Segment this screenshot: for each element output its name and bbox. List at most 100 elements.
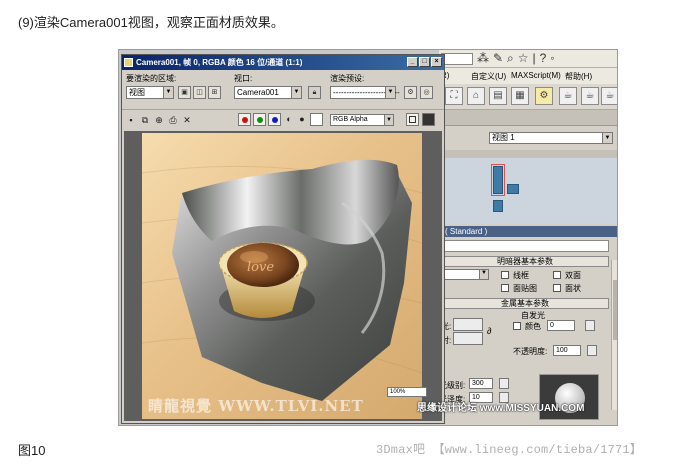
image-watermark: 睛龍視覺 WWW.TLVI.NET	[148, 397, 364, 415]
render-window-toolbar: ▪ ⧉ ⊕ ⎙ ✕ ◐ ● RGB Alpha ▼	[122, 109, 444, 129]
material-type-bar[interactable]: ( Standard )	[439, 226, 617, 237]
wire-label: 线框	[513, 271, 529, 280]
edit-region-button[interactable]: ▣	[178, 86, 191, 99]
facemap-label: 面贴图	[513, 284, 537, 293]
shader-params-rollout[interactable]: 明暗器基本参数	[441, 256, 609, 267]
minimize-button[interactable]: _	[407, 57, 418, 67]
auto-region-button[interactable]: ◫	[193, 86, 206, 99]
lock-icon[interactable]: 🔒︎	[308, 86, 321, 99]
spec-level-map-button[interactable]	[499, 378, 509, 389]
chevron-down-icon: ▼	[602, 133, 612, 143]
area-to-render-label: 要渲染的区域:	[126, 74, 177, 83]
toolbar-icon-1[interactable]: ⛶	[445, 87, 463, 105]
render-window-title: Camera001, 帧 0, RGBA 颜色 16 位/通道 (1:1)	[136, 58, 303, 67]
chevron-down-icon: ▼	[163, 87, 173, 98]
red-channel-button[interactable]	[238, 113, 251, 126]
maximize-button[interactable]: □	[419, 57, 430, 67]
self-illum-spinner[interactable]: 0	[547, 320, 575, 331]
max-top-icons[interactable]: ⁂✎⌕☆|?◦	[477, 51, 559, 66]
max-toolbar: ⛶ ⌂ ▤ ▦ ⚙ ☕ ☕ ☕	[439, 84, 617, 110]
render-frame-icon[interactable]: ☕	[559, 87, 577, 105]
render-output-area[interactable]: love 睛龍視覺 WWW.TLVI.NET	[124, 131, 442, 421]
mono-icon[interactable]: ●	[296, 113, 308, 125]
render-last-icon[interactable]: ☕	[601, 87, 617, 105]
wire-checkbox[interactable]	[501, 271, 509, 279]
metal-params-rollout[interactable]: 金属基本参数	[441, 298, 609, 309]
save-icon[interactable]: ▪	[125, 114, 137, 126]
material-name-field[interactable]	[439, 240, 609, 252]
clone-icon[interactable]: ⊕	[153, 114, 165, 126]
faceted-checkbox[interactable]	[553, 284, 561, 292]
diffuse-color-swatch[interactable]	[453, 332, 483, 345]
color-swatch[interactable]	[310, 113, 323, 126]
quick-render-icon[interactable]: ☕	[581, 87, 599, 105]
facemap-checkbox[interactable]	[501, 284, 509, 292]
toggle-ui-icon	[409, 116, 416, 123]
render-preset-label: 渲染预设:	[330, 74, 365, 83]
toggle-ui-button[interactable]	[406, 113, 419, 126]
environment-button[interactable]: ◎	[420, 86, 433, 99]
self-illum-color-label: 颜色	[525, 322, 541, 331]
viewport-select-combo[interactable]: Camera001 ▼	[234, 86, 302, 99]
chevron-down-icon: ▼	[291, 87, 301, 98]
max-search-field[interactable]	[441, 53, 473, 65]
schematic-node[interactable]	[493, 200, 503, 212]
menu-item-maxscript[interactable]: MAXScript(M)	[511, 71, 561, 80]
viewport-value: Camera001	[237, 88, 279, 97]
shader-type-combo[interactable]: ▼	[441, 269, 489, 280]
twosided-label: 双面	[565, 271, 581, 280]
lock-icon[interactable]: ∂	[487, 326, 491, 336]
spec-level-spinner[interactable]: 300	[469, 378, 493, 389]
viewport-select-value: 视图 1	[492, 133, 515, 142]
schematic-node[interactable]	[507, 184, 519, 194]
ambient-color-swatch[interactable]	[453, 318, 483, 331]
zoom-field[interactable]: 100%	[387, 387, 427, 397]
max-top-bar: ⁂✎⌕☆|?◦	[439, 50, 617, 68]
green-channel-icon	[257, 117, 263, 123]
render-preset-select[interactable]: ------------------------- ▼	[330, 86, 400, 99]
credit-text: 3Dmax吧 【www.lineeg.com/tieba/1771】	[376, 443, 643, 457]
command-panel-scrollbar[interactable]	[611, 260, 617, 410]
blue-channel-button[interactable]	[268, 113, 281, 126]
menu-item-customize[interactable]: 自定义(U)	[471, 71, 506, 82]
display-channel-value: RGB Alpha	[333, 116, 368, 123]
toolbar-icon-3[interactable]: ▤	[489, 87, 507, 105]
copy-icon[interactable]: ⧉	[139, 114, 151, 126]
clear-icon[interactable]: ✕	[181, 114, 193, 126]
render-setup-icon[interactable]: ⚙	[535, 87, 553, 105]
app-icon	[124, 58, 133, 67]
toolbar-icon-4[interactable]: ▦	[511, 87, 529, 105]
toggle-overlay-button[interactable]	[422, 113, 435, 126]
green-channel-button[interactable]	[253, 113, 266, 126]
panel-strip	[439, 110, 617, 126]
toolbar-icon-2[interactable]: ⌂	[467, 87, 485, 105]
caption-top: (9)渲染Camera001视图，观察正面材质效果。	[18, 15, 284, 30]
render-window-titlebar[interactable]: Camera001, 帧 0, RGBA 颜色 16 位/通道 (1:1) _ □…	[122, 55, 444, 70]
screenshot-frame: ⁂✎⌕☆|?◦ R) 自定义(U) MAXScript(M) 帮助(H) ⛶ ⌂…	[118, 49, 618, 426]
opacity-spinner[interactable]: 100	[553, 345, 581, 356]
region-select-button[interactable]: ⊞	[208, 86, 221, 99]
faceted-label: 面状	[565, 284, 581, 293]
render-setup-button[interactable]: ⚙	[404, 86, 417, 99]
schematic-view[interactable]	[439, 158, 617, 224]
alpha-channel-icon[interactable]: ◐	[283, 113, 295, 125]
area-to-render-select[interactable]: 视图 ▼	[126, 86, 174, 99]
schematic-node-selected[interactable]	[491, 164, 505, 196]
panel-separator	[439, 150, 617, 158]
area-to-render-value: 视图	[129, 88, 145, 97]
chevron-down-icon: ▼	[384, 115, 393, 125]
display-channel-select[interactable]: RGB Alpha ▼	[330, 114, 394, 126]
figure-label: 图10	[18, 443, 46, 458]
close-button[interactable]: ×	[431, 57, 442, 67]
scrollbar-thumb[interactable]	[613, 280, 617, 340]
twosided-checkbox[interactable]	[553, 271, 561, 279]
chevron-down-icon: ▼	[385, 87, 395, 98]
max-main-ui: ⁂✎⌕☆|?◦ R) 自定义(U) MAXScript(M) 帮助(H) ⛶ ⌂…	[439, 50, 617, 425]
menu-item-help[interactable]: 帮助(H)	[565, 71, 592, 82]
print-icon[interactable]: ⎙	[167, 114, 179, 126]
opacity-map-button[interactable]	[587, 345, 597, 356]
self-illum-color-checkbox[interactable]	[513, 322, 521, 330]
self-illum-map-button[interactable]	[585, 320, 595, 331]
chocolate-text: love	[247, 260, 274, 275]
viewport-select[interactable]: 视图 1 ▼	[489, 132, 613, 144]
